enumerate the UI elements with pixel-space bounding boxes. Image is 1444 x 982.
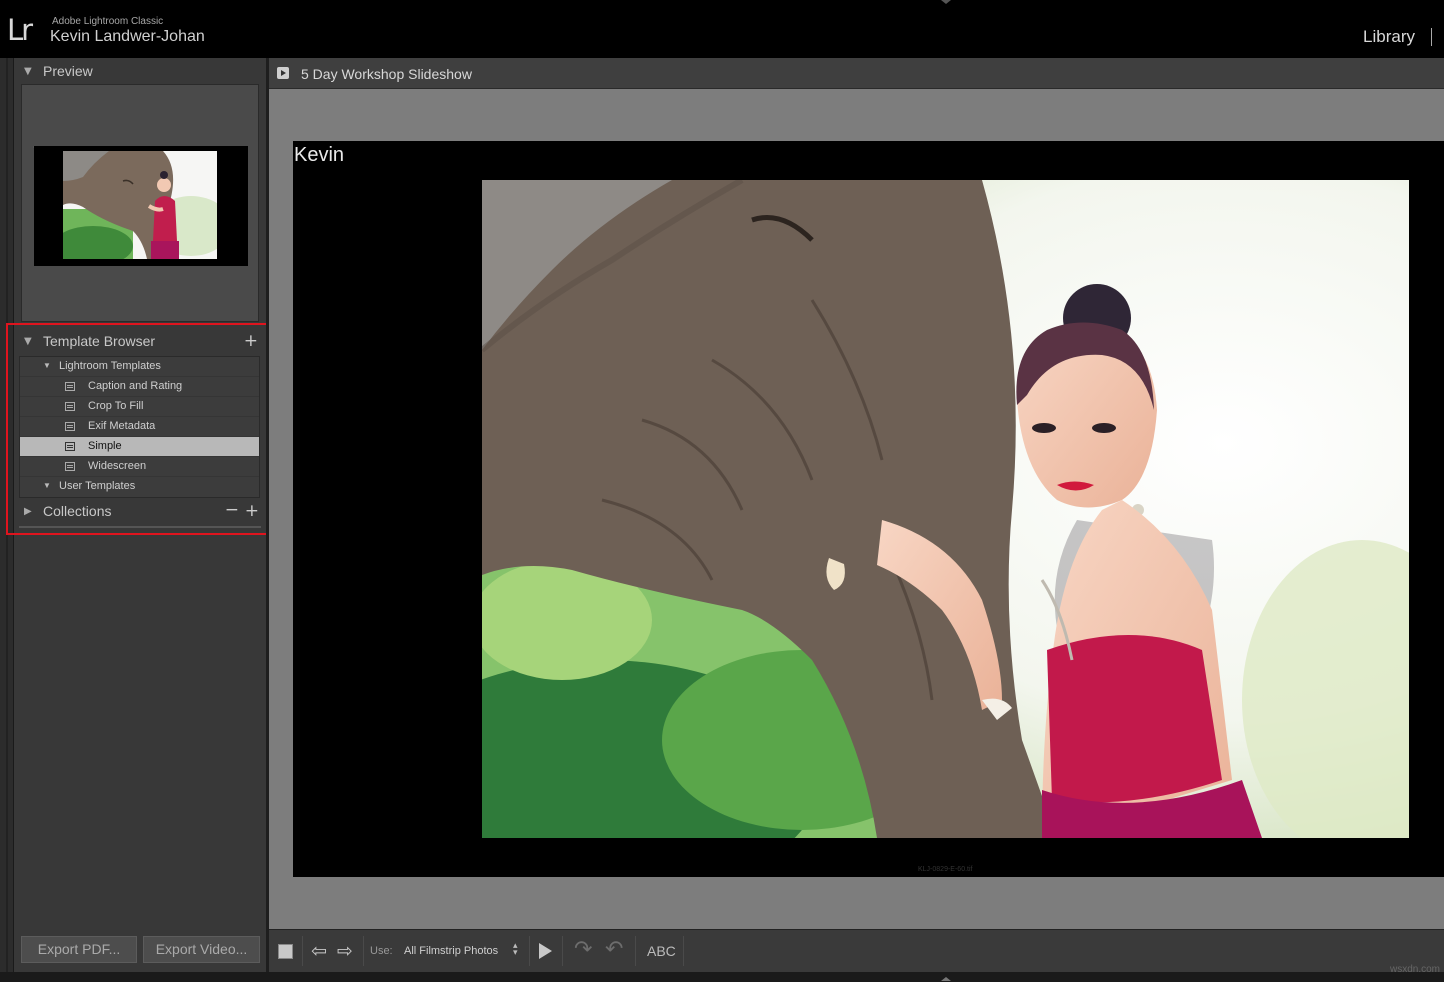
template-label: Exif Metadata [88, 420, 155, 432]
slide-editor-canvas: Kevin [269, 89, 1444, 929]
add-collection-icon[interactable]: + [245, 501, 259, 521]
collapsed-triangle-icon: ▶ [24, 506, 32, 517]
template-item-caption-and-rating[interactable]: Caption and Rating [20, 377, 259, 397]
template-preview: ⌐ [21, 84, 259, 322]
use-label: Use: [370, 945, 393, 957]
folder-user-templates[interactable]: ▼ User Templates [20, 477, 259, 497]
slide-title-text[interactable]: Kevin [294, 144, 344, 167]
expanded-triangle-icon: ▼ [24, 66, 32, 77]
toolbar-separator [363, 936, 364, 966]
slide-caption-text[interactable]: KLJ-0829-E-60.tif [918, 866, 972, 873]
template-icon [65, 402, 75, 411]
folder-expanded-icon[interactable]: ▼ [43, 361, 51, 370]
slide-photo[interactable] [482, 180, 1409, 838]
left-panel: ▼ Preview ⌐ [14, 58, 266, 972]
rotate-right-icon[interactable]: ↶ [605, 937, 623, 962]
template-label: Simple [88, 440, 122, 452]
panel-divider [19, 526, 261, 528]
preview-thumbnail-image [63, 151, 217, 259]
filmstrip-toggle-icon[interactable] [941, 977, 951, 981]
preview-slide [34, 146, 248, 266]
template-label: Crop To Fill [88, 400, 143, 412]
preview-panel-header[interactable]: ▼ Preview [19, 60, 261, 84]
top-panel-toggle-icon[interactable] [941, 0, 951, 4]
toolbar-separator [302, 936, 303, 966]
toolbar-separator [562, 936, 563, 966]
add-text-button[interactable]: ABC [647, 943, 676, 959]
filmstrip-edge[interactable] [0, 972, 1444, 982]
slideshow-title: 5 Day Workshop Slideshow [301, 66, 472, 82]
chevron-updown-icon[interactable]: ▴▾ [513, 943, 518, 957]
identity-plate: Lr Adobe Lightroom Classic Kevin Landwer… [0, 0, 1444, 58]
folder-label: Lightroom Templates [59, 360, 161, 372]
rotate-left-icon[interactable]: ↷ [574, 937, 592, 962]
play-icon[interactable] [539, 943, 552, 959]
watermark: wsxdn.com [1390, 964, 1440, 975]
template-item-crop-to-fill[interactable]: Crop To Fill [20, 397, 259, 417]
template-browser-header[interactable]: ▼ Template Browser + [19, 330, 261, 354]
export-video-button[interactable]: Export Video... [143, 936, 260, 963]
template-icon [65, 382, 75, 391]
template-browser-label: Template Browser [43, 333, 155, 349]
export-pdf-button[interactable]: Export PDF... [21, 936, 137, 963]
template-label: Caption and Rating [88, 380, 182, 392]
slide: Kevin [293, 141, 1444, 877]
preview-panel-label: Preview [43, 63, 93, 79]
lightroom-logo: Lr [7, 13, 31, 47]
product-name: Adobe Lightroom Classic [52, 16, 163, 27]
module-divider [1431, 28, 1432, 46]
user-name: Kevin Landwer-Johan [50, 28, 205, 46]
slideshow-toolbar: ⇦ ⇨ Use: All Filmstrip Photos ▴▾ ↷ ↶ ABC [269, 929, 1444, 972]
left-panel-edge[interactable] [0, 58, 14, 982]
template-tree: ▼ Lightroom Templates Caption and Rating… [19, 356, 260, 498]
toolbar-separator [529, 936, 530, 966]
template-label: Widescreen [88, 460, 146, 472]
remove-collection-icon[interactable]: − [225, 500, 239, 520]
template-icon [65, 422, 75, 431]
slideshow-header: 5 Day Workshop Slideshow [269, 58, 1444, 89]
folder-expanded-icon[interactable]: ▼ [43, 481, 51, 490]
template-item-exif-metadata[interactable]: Exif Metadata [20, 417, 259, 437]
template-item-simple[interactable]: Simple [20, 437, 259, 457]
previous-arrow-icon[interactable]: ⇦ [311, 940, 327, 962]
folder-lightroom-templates[interactable]: ▼ Lightroom Templates [20, 357, 259, 377]
stop-icon[interactable] [278, 944, 293, 959]
next-arrow-icon[interactable]: ⇨ [337, 940, 353, 962]
add-template-icon[interactable]: + [244, 331, 258, 351]
module-library-link[interactable]: Library [1363, 27, 1415, 47]
collections-panel-header[interactable]: ▶ Collections − + [19, 500, 261, 524]
collections-label: Collections [43, 503, 111, 519]
folder-label: User Templates [59, 480, 135, 492]
toolbar-separator [635, 936, 636, 966]
template-icon [65, 442, 75, 451]
template-item-widescreen[interactable]: Widescreen [20, 457, 259, 477]
toolbar-separator [683, 936, 684, 966]
expanded-triangle-icon: ▼ [24, 336, 32, 347]
use-source-dropdown[interactable]: All Filmstrip Photos [404, 945, 498, 957]
slideshow-collection-icon [277, 67, 289, 79]
template-icon [65, 462, 75, 471]
